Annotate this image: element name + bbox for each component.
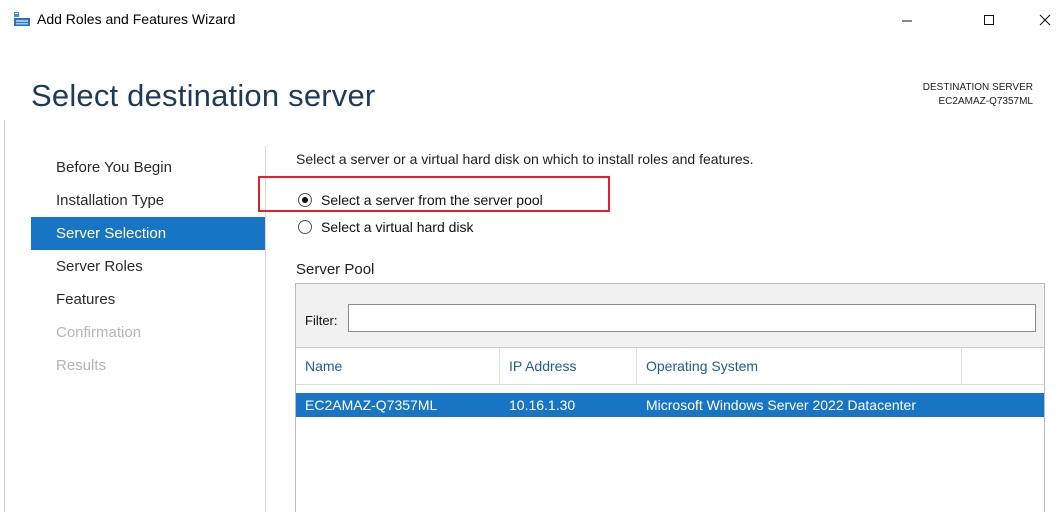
window-title: Add Roles and Features Wizard — [37, 11, 236, 27]
page-title: Select destination server — [31, 78, 376, 113]
maximize-icon — [984, 15, 994, 25]
close-button[interactable] — [1023, 4, 1061, 36]
server-pool-label: Server Pool — [296, 261, 375, 278]
nav-item-installation-type[interactable]: Installation Type — [31, 184, 265, 217]
close-icon — [1039, 14, 1051, 26]
row-server-name[interactable]: EC2AMAZ-Q7357ML — [305, 397, 437, 413]
minimize-icon — [902, 20, 912, 22]
nav-item-server-selection[interactable]: Server Selection — [31, 217, 265, 250]
column-separator[interactable] — [961, 348, 962, 384]
minimize-button[interactable] — [885, 4, 929, 36]
server-pool-option[interactable]: Select a server from the server pool — [298, 192, 543, 208]
radio-selected[interactable] — [298, 193, 312, 207]
virtual-hard-disk-option[interactable]: Select a virtual hard disk — [298, 219, 474, 235]
window-left-edge — [4, 120, 5, 512]
server-manager-icon — [13, 11, 31, 27]
destination-server-value: EC2AMAZ-Q7357ML — [938, 96, 1033, 107]
radio-unselected[interactable] — [298, 220, 312, 234]
server-pool-option-label[interactable]: Select a server from the server pool — [321, 192, 543, 208]
column-header-ip-address[interactable]: IP Address — [509, 358, 576, 374]
column-header-name[interactable]: Name — [305, 358, 342, 374]
filter-label: Filter: — [305, 313, 338, 328]
column-separator[interactable] — [499, 348, 500, 384]
column-header-operating-system[interactable]: Operating System — [646, 358, 758, 374]
nav-item-confirmation: Confirmation — [56, 324, 142, 341]
nav-item-results: Results — [56, 357, 107, 374]
title-bar: Add Roles and Features Wizard — [0, 0, 1061, 40]
row-operating-system[interactable]: Microsoft Windows Server 2022 Datacenter — [646, 397, 916, 413]
row-ip-address[interactable]: 10.16.1.30 — [509, 397, 575, 413]
wizard-nav: Before You Begin Installation Type Serve… — [31, 151, 265, 382]
maximize-button[interactable] — [967, 4, 1011, 36]
nav-item-features[interactable]: Features — [31, 283, 265, 316]
virtual-hard-disk-option-label[interactable]: Select a virtual hard disk — [321, 219, 474, 235]
nav-item-server-roles[interactable]: Server Roles — [31, 250, 265, 283]
instruction-text: Select a server or a virtual hard disk o… — [296, 151, 754, 167]
nav-item-before-you-begin[interactable]: Before You Begin — [31, 151, 265, 184]
destination-server-label: DESTINATION SERVER — [922, 82, 1033, 93]
filter-input[interactable] — [348, 304, 1036, 332]
column-separator[interactable] — [636, 348, 637, 384]
